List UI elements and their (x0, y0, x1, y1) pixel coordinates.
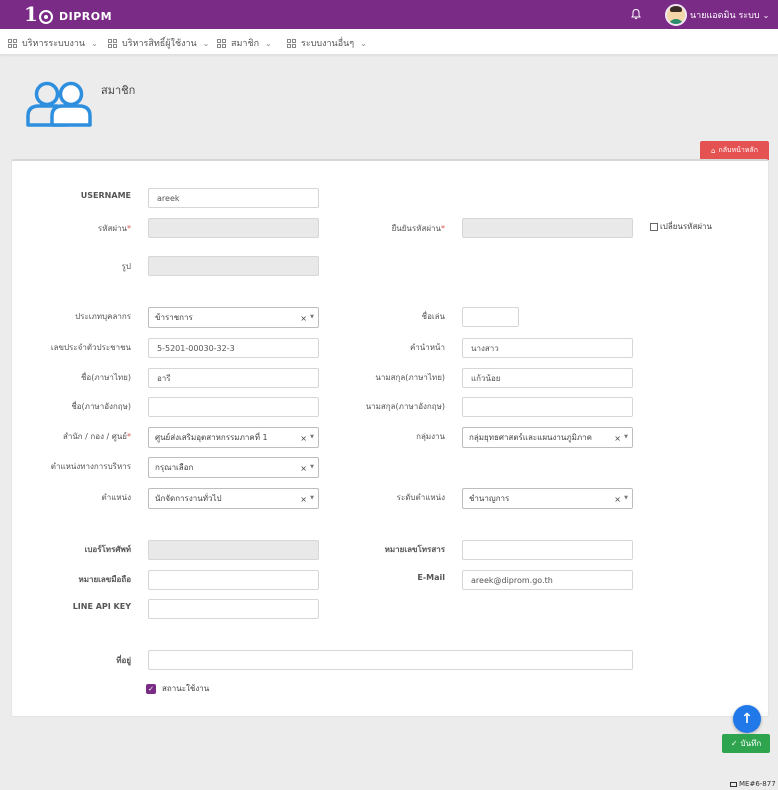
person-type-label: ประเภทบุคลากร (75, 312, 131, 321)
avatar (665, 4, 687, 26)
grid-icon (287, 38, 296, 48)
diprom-logo[interactable]: 1 DIPROM (24, 2, 113, 27)
dropdown-icon: ▼ (624, 495, 628, 501)
main-nav: บริหารระบบงาน ⌄ บริหารสิทธิ์ผู้ใช้งาน ⌄ … (0, 29, 778, 55)
bell-icon[interactable] (630, 8, 642, 20)
scroll-top-button[interactable]: ↑ (733, 705, 761, 733)
first-name-th-input[interactable]: อารี (148, 368, 319, 388)
dropdown-icon: ▼ (310, 464, 314, 470)
fax-label: หมายเลขโทรสาร (384, 545, 445, 554)
line-api-key-label: LINE API KEY (72, 602, 131, 611)
prefix-label: คำนำหน้า (409, 343, 445, 352)
chevron-down-icon: ⌄ (360, 38, 367, 48)
last-name-th-input[interactable]: แก้วน้อย (462, 368, 633, 388)
nav-item-user-permissions[interactable]: บริหารสิทธิ์ผู้ใช้งาน ⌄ (108, 36, 209, 50)
active-status-checkbox[interactable]: ✓ สถานะใช้งาน (146, 682, 209, 695)
first-name-en-input[interactable] (148, 397, 319, 417)
check-icon: ✓ (730, 739, 738, 748)
last-name-en-input[interactable] (462, 397, 633, 417)
clear-icon: × (614, 495, 621, 504)
position-select[interactable]: นักจัดการงานทั่วไป × ▼ (148, 488, 319, 509)
confirm-password-input[interactable] (462, 218, 633, 238)
person-type-select[interactable]: ข้าราชการ × ▼ (148, 307, 319, 328)
citizen-id-input[interactable]: 5-5201-00030-32-3 (148, 338, 319, 358)
prefix-input[interactable]: นางสาว (462, 338, 633, 358)
user-name: นายแอดมิน ระบบ (690, 11, 760, 21)
top-bar: 1 DIPROM นายแอดมิน ระบบ ⌄ (0, 0, 778, 29)
home-icon: ⌂ (711, 146, 716, 155)
chevron-down-icon: ⌄ (762, 10, 770, 20)
email-input[interactable]: areek@diprom.go.th (462, 570, 633, 590)
email-label: E-Mail (417, 573, 445, 582)
clear-icon: × (614, 434, 621, 443)
grid-icon (217, 38, 226, 48)
nav-item-system-admin[interactable]: บริหารระบบงาน ⌄ (8, 36, 98, 50)
first-name-en-label: ชื่อ(ภาษาอังกฤษ) (71, 402, 131, 411)
last-name-en-label: นามสกุล(ภาษาอังกฤษ) (365, 402, 445, 411)
address-label: ที่อยู่ (116, 656, 131, 665)
citizen-id-label: เลขประจำตัวประชาชน (50, 343, 131, 352)
position-label: ตำแหน่ง (101, 493, 132, 502)
users-icon (26, 81, 92, 127)
nav-item-other-systems[interactable]: ระบบงานอื่นๆ ⌄ (287, 36, 367, 50)
version-label: ME#6-877 (730, 780, 776, 788)
admin-position-select[interactable]: กรุณาเลือก × ▼ (148, 457, 319, 478)
photo-label: รูป (121, 262, 131, 271)
save-button[interactable]: ✓ บันทึก (722, 734, 770, 753)
first-name-th-label: ชื่อ(ภาษาไทย) (81, 373, 131, 382)
phone-label: เบอร์โทรศัพท์ (84, 545, 131, 554)
chevron-down-icon: ⌄ (91, 38, 98, 48)
nickname-label: ชื่อเล่น (421, 312, 445, 321)
user-menu[interactable]: นายแอดมิน ระบบ ⌄ (665, 4, 769, 26)
clear-icon: × (300, 464, 307, 473)
grid-icon (108, 38, 117, 48)
office-select[interactable]: ศูนย์ส่งเสริมอุตสาหกรรมภาคที่ 1 × ▼ (148, 427, 319, 448)
logo-text: DIPROM (59, 9, 113, 23)
chevron-down-icon: ⌄ (202, 38, 210, 48)
last-name-th-label: นามสกุล(ภาษาไทย) (375, 373, 445, 382)
grid-icon (8, 38, 17, 48)
work-group-label: กลุ่มงาน (416, 432, 445, 441)
password-label: รหัสผ่าน* (97, 224, 131, 233)
chevron-down-icon: ⌄ (265, 38, 272, 48)
logo-mark-icon: 1 (24, 2, 57, 27)
confirm-password-label: ยืนยันรหัสผ่าน* (391, 224, 445, 233)
phone-input[interactable] (148, 540, 319, 560)
back-home-button[interactable]: ⌂ กลับหน้าหลัก (700, 141, 769, 160)
position-level-label: ระดับตำแหน่ง (396, 493, 445, 502)
nickname-input[interactable] (462, 307, 519, 327)
password-input[interactable] (148, 218, 319, 238)
address-input[interactable] (148, 650, 633, 670)
fax-input[interactable] (462, 540, 633, 560)
mobile-label: หมายเลขมือถือ (78, 575, 131, 584)
work-group-select[interactable]: กลุ่มยุทธศาสตร์และแผนงานภูมิภาค × ▼ (462, 427, 633, 448)
change-password-checkbox[interactable]: เปลี่ยนรหัสผ่าน (650, 220, 712, 233)
username-input[interactable]: areek (148, 188, 319, 208)
line-api-key-input[interactable] (148, 599, 319, 619)
position-level-select[interactable]: ชำนาญการ × ▼ (462, 488, 633, 509)
dropdown-icon: ▼ (624, 434, 628, 440)
page-title: สมาชิก (101, 84, 136, 97)
arrow-up-icon: ↑ (741, 711, 753, 727)
mobile-input[interactable] (148, 570, 319, 590)
check-icon[interactable]: ✓ (146, 683, 156, 694)
photo-input[interactable] (148, 256, 319, 276)
admin-position-label: ตำแหน่งทางการบริหาร (50, 462, 131, 471)
username-label: USERNAME (80, 191, 131, 200)
nav-item-members[interactable]: สมาชิก ⌄ (217, 36, 272, 50)
office-label: สำนัก / กอง / ศูนย์* (62, 432, 131, 441)
monitor-icon (730, 781, 737, 787)
